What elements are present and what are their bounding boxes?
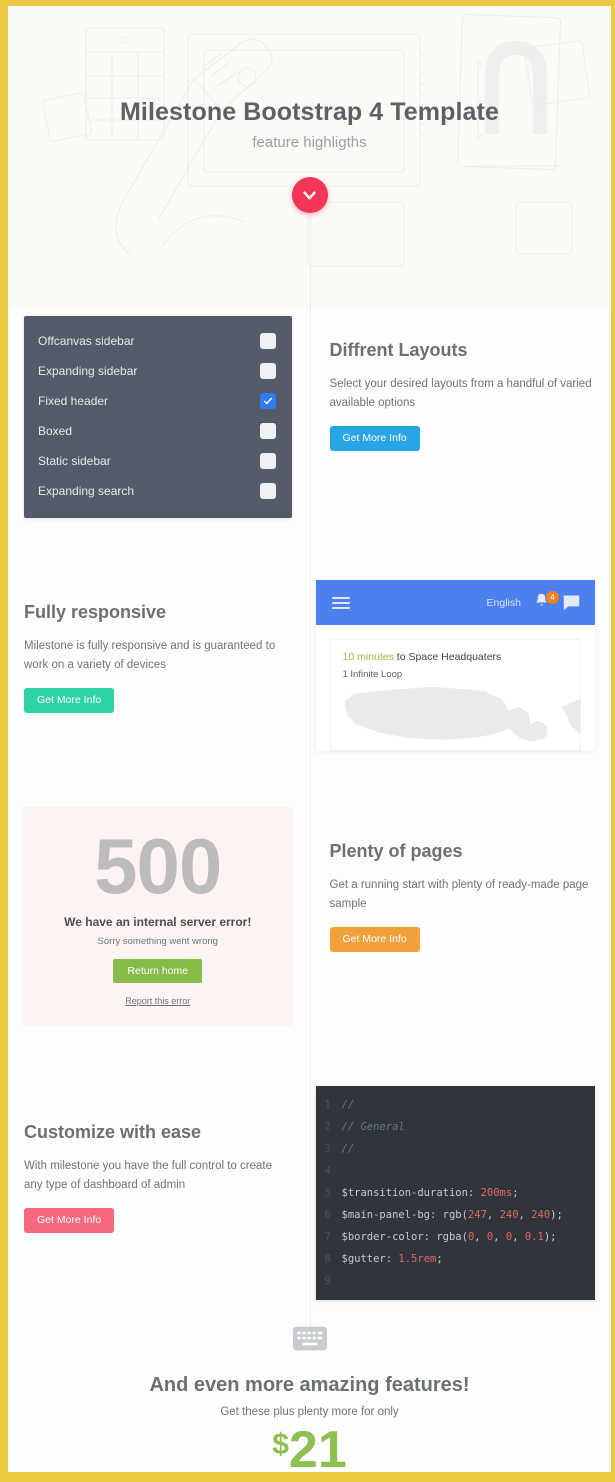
language-selector[interactable]: English [487, 597, 521, 609]
code-line-number: 1 [324, 1099, 331, 1112]
responsive-text: Milestone is fully responsive and is gua… [24, 640, 276, 671]
error-heading: We have an internal server error! [64, 915, 252, 930]
chat-bubble-icon[interactable] [562, 594, 581, 611]
code-editor-mock: 1 // 2 // General 3 // 4 5 $transition-duration:… [315, 1086, 596, 1301]
pages-text: Get a running start with plenty of ready… [329, 879, 589, 910]
customize-title: Customize with ease [24, 1122, 202, 1143]
code-line: 3 // [316, 1138, 596, 1160]
layout-option-row[interactable]: Offcanvas sidebar [24, 326, 292, 356]
report-error-link[interactable]: Report this error [24, 996, 292, 1006]
code-line: 5 $transition-duration: 200ms; [316, 1182, 596, 1204]
layout-option-row[interactable]: Boxed [24, 416, 292, 446]
eta-duration: 10 minutes [342, 651, 394, 663]
code-line-number: 4 [324, 1165, 331, 1178]
code-line-text: // [341, 1143, 355, 1156]
layouts-title: Diffrent Layouts [329, 340, 468, 360]
layouts-cta-button[interactable]: Get More Info [329, 425, 420, 451]
code-line-text: $main-panel-bg: rgb(247, 240, 240); [341, 1209, 563, 1222]
responsive-section: Fully responsive Milestone is fully resp… [8, 580, 611, 751]
code-line-text: // [341, 1099, 355, 1112]
error-page-mock: 500 We have an internal server error! So… [24, 807, 292, 1025]
error-text: Sorry something went wrong [97, 936, 218, 948]
layout-options-card: Offcanvas sidebar Expanding sidebar Fixed … [24, 316, 292, 518]
code-line: 8 $gutter: 1.5rem; [316, 1248, 596, 1270]
layout-option-label: Expanding search [38, 484, 135, 498]
page-subtitle: feature highligths [252, 134, 367, 151]
scroll-down-button[interactable] [291, 177, 328, 213]
pages-cta-button[interactable]: Get More Info [329, 926, 420, 952]
cta-title: And even more amazing features! [149, 1374, 470, 1397]
code-line: 7 $border-color: rgba(0, 0, 0, 0.1); [316, 1226, 596, 1248]
trip-card: 10 minutes to Space Headquaters 1 Infini… [329, 639, 581, 751]
layout-option-checkbox[interactable] [259, 423, 276, 439]
us-map-silhouette [344, 687, 581, 743]
customize-section: Customize with ease With milestone you h… [8, 1086, 611, 1301]
check-icon [263, 397, 272, 405]
layout-option-row[interactable]: Expanding search [24, 476, 292, 506]
layout-option-row[interactable]: Static sidebar [24, 446, 292, 476]
layouts-text: Select your desired layouts from a handf… [329, 378, 592, 409]
code-line-number: 5 [324, 1187, 331, 1200]
return-home-button[interactable]: Return home [113, 959, 203, 984]
code-line-text: $border-color: rgba(0, 0, 0, 0.1); [341, 1231, 557, 1244]
customize-text: With milestone you have the full control… [24, 1160, 273, 1192]
layout-option-row[interactable]: Fixed header [24, 386, 292, 416]
layout-option-row[interactable]: Expanding sidebar [24, 356, 292, 386]
page-frame: Milestone Bootstrap 4 Template feature h… [0, 0, 615, 1482]
layouts-section: Offcanvas sidebar Expanding sidebar Fixed … [8, 316, 611, 518]
code-line-text: $transition-duration: 200ms; [341, 1187, 519, 1200]
page-title: Milestone Bootstrap 4 Template [120, 98, 499, 126]
notification-badge: 4 [546, 591, 559, 604]
code-line-number: 9 [324, 1275, 331, 1288]
page-canvas: Milestone Bootstrap 4 Template feature h… [8, 6, 611, 1472]
layout-option-label: Fixed header [38, 394, 109, 408]
layout-option-label: Offcanvas sidebar [38, 334, 135, 348]
price-currency: $ [272, 1428, 289, 1462]
code-line-number: 6 [324, 1209, 331, 1222]
keyboard-icon [292, 1326, 327, 1351]
layout-option-checkbox[interactable] [259, 393, 276, 409]
code-line-number: 8 [324, 1253, 331, 1266]
layout-option-label: Boxed [38, 424, 73, 438]
chevron-down-icon [303, 190, 316, 200]
pages-title: Plenty of pages [329, 841, 463, 861]
code-line: 4 [316, 1160, 596, 1182]
hamburger-icon[interactable] [331, 596, 350, 609]
layout-option-label: Static sidebar [38, 454, 111, 468]
cta-subtitle: Get these plus plenty more for only [220, 1406, 399, 1419]
notifications-button[interactable]: 4 [534, 591, 559, 613]
code-line: 6 $main-panel-bg: rgb(247, 240, 240); [316, 1204, 596, 1226]
layout-option-checkbox[interactable] [259, 453, 276, 469]
cta-section: And even more amazing features! Get thes… [8, 1300, 611, 1472]
layout-option-label: Expanding sidebar [38, 364, 138, 378]
code-line: 9 [316, 1270, 596, 1292]
code-line-text: // General [341, 1121, 405, 1134]
responsive-title: Fully responsive [24, 602, 167, 622]
code-line-number: 3 [324, 1143, 331, 1156]
price-amount: 21 [288, 1421, 347, 1472]
error-code: 500 [94, 822, 222, 910]
pages-section: 500 We have an internal server error! So… [8, 807, 611, 1025]
code-line-text: $gutter: 1.5rem; [341, 1253, 443, 1266]
code-line-number: 2 [324, 1121, 331, 1134]
layout-option-checkbox[interactable] [259, 363, 276, 379]
eta-destination: to Space Headquaters [393, 651, 502, 663]
layout-option-checkbox[interactable] [259, 333, 276, 349]
eta-line: 10 minutes to Space Headquaters [343, 651, 569, 663]
code-line-number: 7 [324, 1231, 331, 1244]
code-line: 2 // General [316, 1116, 596, 1138]
app-preview-mock: English 4 10 minutes to Space Headquater… [315, 580, 595, 751]
responsive-cta-button[interactable]: Get More Info [24, 687, 115, 713]
app-top-bar: English 4 [315, 580, 595, 625]
customize-cta-button[interactable]: Get More Info [24, 1208, 115, 1234]
price-display: $21 [8, 1424, 611, 1472]
layout-option-checkbox[interactable] [259, 483, 276, 499]
code-line: 1 // [316, 1094, 596, 1116]
